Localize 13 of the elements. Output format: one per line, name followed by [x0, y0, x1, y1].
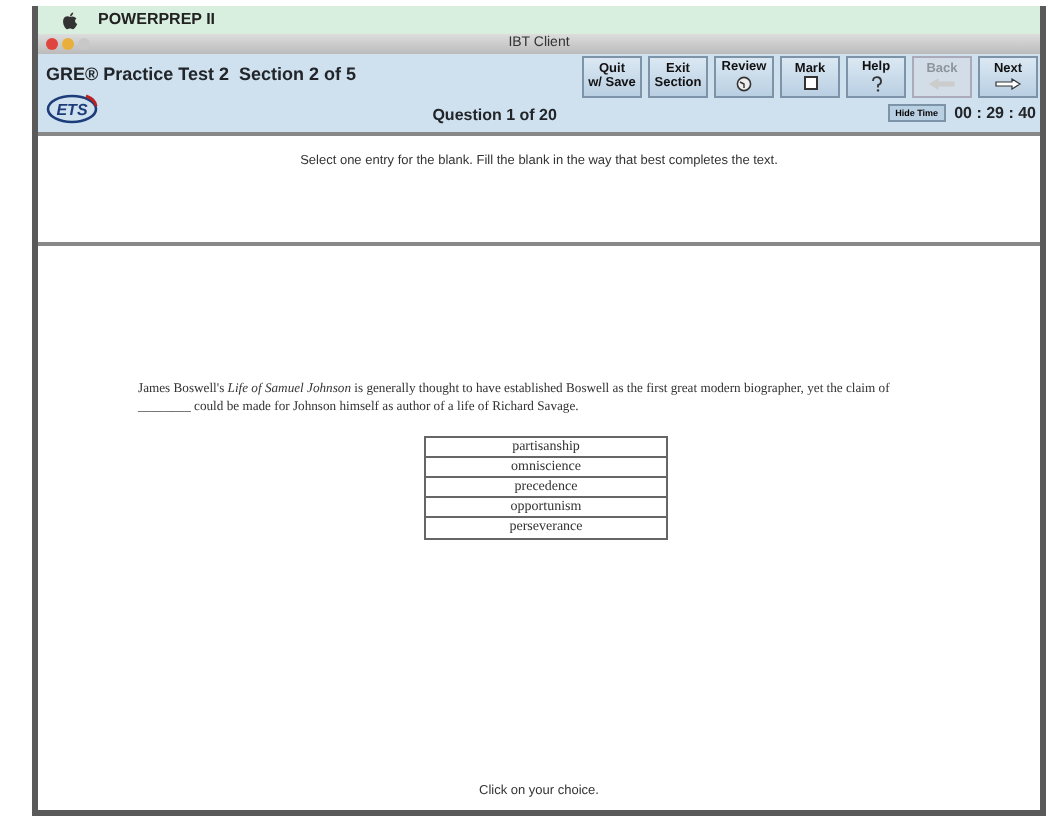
apple-icon [62, 11, 78, 29]
test-title: GRE® Practice Test 2 Section 2 of 5 [44, 62, 359, 88]
question-counter: Question 1 of 20 [432, 106, 557, 124]
question-icon [869, 75, 883, 92]
checkbox-icon [803, 76, 817, 91]
arrow-right-icon [994, 77, 1022, 90]
minimize-button[interactable] [62, 38, 74, 50]
close-button[interactable] [46, 38, 58, 50]
ets-logo: ETS [46, 92, 102, 124]
app-name: POWERPREP II [98, 8, 216, 32]
zoom-button[interactable] [78, 38, 90, 50]
arrow-left-icon [928, 77, 956, 90]
timer: 00 : 29 : 40 [952, 102, 1038, 126]
